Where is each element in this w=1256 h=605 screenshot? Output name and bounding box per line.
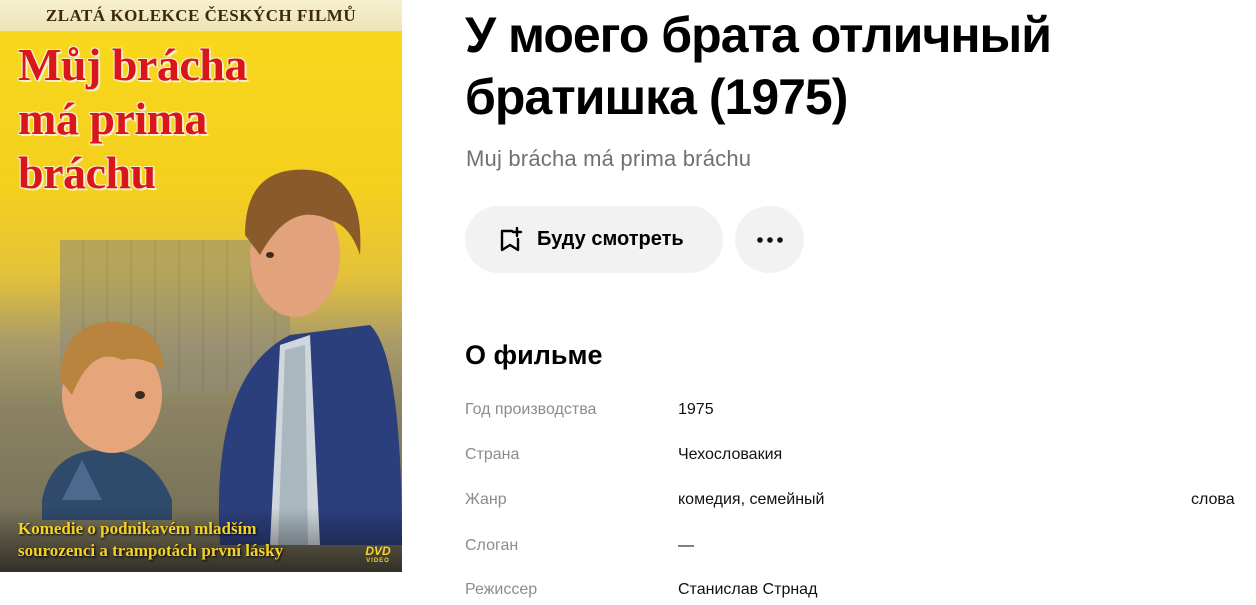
info-key: Режиссер	[465, 581, 538, 598]
film-title: У моего брата отличный братишка (1975)	[465, 7, 1052, 125]
info-row-year: Год производства 1975	[465, 401, 1245, 425]
poster-title-line: Můj brácha	[18, 39, 247, 90]
poster-tagline-line: sourozenci a trampotách první lásky	[18, 541, 284, 560]
info-key: Страна	[465, 446, 520, 463]
watch-later-button[interactable]: Буду смотреть	[465, 206, 723, 273]
info-key: Жанр	[465, 491, 507, 508]
genre-words-link[interactable]: слова	[1191, 491, 1235, 509]
info-value[interactable]: комедия, семейный	[678, 491, 824, 509]
info-row-tagline: Слоган —	[465, 537, 1245, 561]
poster-tagline: Komedie o podnikavém mladším sourozenci …	[18, 518, 338, 562]
movie-poster[interactable]: ZLATÁ KOLEKCE ČESKÝCH FILMŮ Můj brácha m…	[0, 0, 402, 572]
info-key: Слоган	[465, 537, 519, 554]
info-value[interactable]: Станислав Стрнад	[678, 581, 817, 599]
bookmark-plus-icon	[499, 226, 523, 253]
info-value: —	[678, 537, 694, 554]
info-value[interactable]: Чехословакия	[678, 446, 782, 464]
original-title: Muj brácha má prima bráchu	[466, 146, 752, 171]
dvd-logo-text: DVD	[365, 544, 391, 558]
watch-later-label: Буду смотреть	[537, 228, 684, 250]
poster-collection-label: ZLATÁ KOLEKCE ČESKÝCH FILMŮ	[0, 0, 402, 31]
dvd-logo-sub: VIDEO	[366, 558, 390, 564]
more-dots-icon	[756, 236, 783, 243]
info-row-director: Режиссер Станислав Стрнад	[465, 581, 1245, 605]
about-section-heading: О фильме	[465, 340, 603, 370]
info-key: Год производства	[465, 401, 597, 418]
poster-teen-illustration	[218, 169, 402, 545]
dvd-logo: DVD VIDEO	[360, 544, 396, 566]
info-row-genre: Жанр комедия, семейный слова	[465, 491, 1245, 515]
info-row-country: Страна Чехословакия	[465, 446, 1245, 470]
poster-tagline-line: Komedie o podnikavém mladším	[18, 519, 257, 538]
poster-title-line: má prima	[18, 93, 207, 144]
poster-boy-illustration	[42, 321, 172, 520]
info-value[interactable]: 1975	[678, 401, 714, 419]
more-options-button[interactable]	[735, 206, 804, 273]
